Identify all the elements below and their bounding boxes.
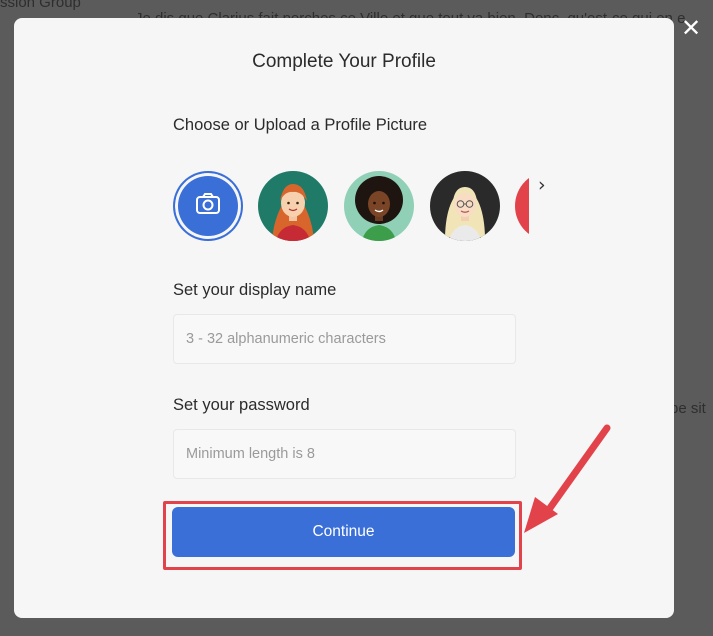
display-name-label: Set your display name — [173, 281, 337, 299]
avatar-image — [344, 171, 414, 241]
display-name-input[interactable] — [173, 314, 516, 364]
close-icon[interactable]: ✕ — [677, 14, 705, 42]
avatar-image — [258, 171, 328, 241]
camera-icon — [196, 193, 220, 214]
password-input[interactable] — [173, 429, 516, 479]
avatar-option[interactable] — [430, 171, 500, 241]
avatar-option[interactable] — [515, 171, 529, 241]
upload-picture-button[interactable] — [173, 171, 243, 241]
avatar-image — [430, 171, 500, 241]
avatar-option[interactable] — [258, 171, 328, 241]
chevron-right-icon[interactable]: › — [538, 174, 558, 196]
profile-picture-label: Choose or Upload a Profile Picture — [173, 116, 428, 134]
avatar-image — [515, 171, 529, 241]
avatar-carousel — [173, 171, 529, 243]
profile-modal: Complete Your Profile Choose or Upload a… — [14, 18, 674, 618]
password-label: Set your password — [173, 396, 310, 414]
modal-title: Complete Your Profile — [252, 51, 436, 72]
background-text: ssion Group — [0, 0, 81, 11]
continue-button[interactable]: Continue — [172, 507, 515, 557]
background-text: pe sit — [670, 400, 706, 417]
avatar-option[interactable] — [344, 171, 414, 241]
